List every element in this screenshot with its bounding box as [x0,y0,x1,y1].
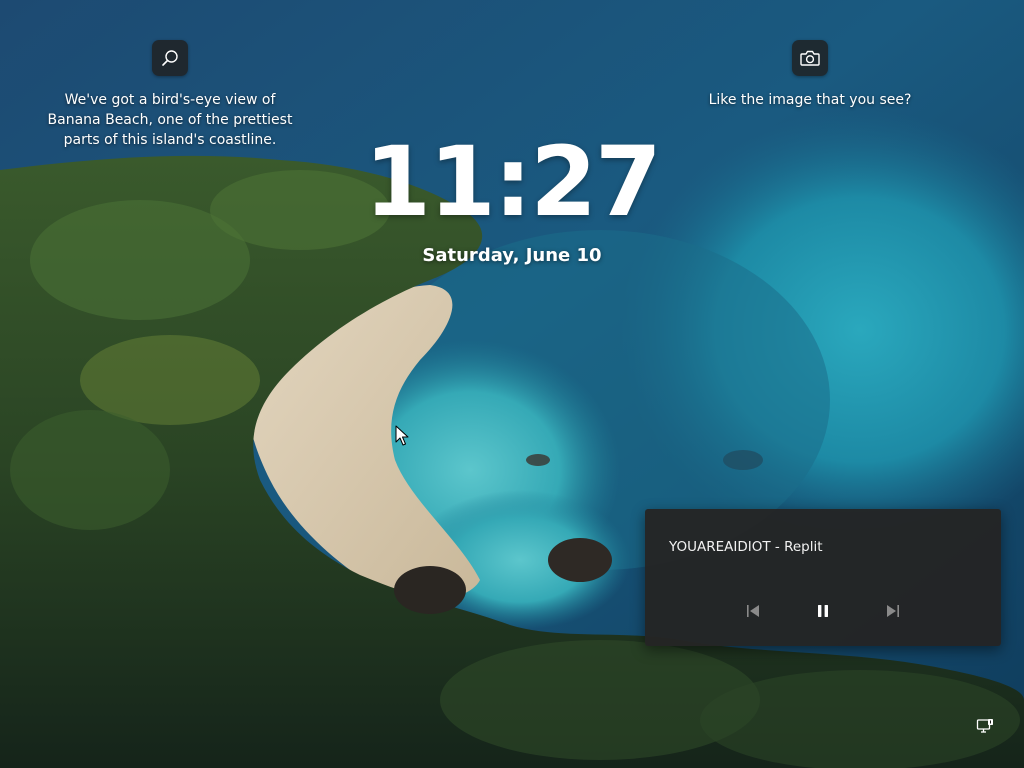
previous-track-button[interactable] [739,597,767,625]
mouse-cursor-icon [395,425,409,446]
media-title: YOUAREAIDIOT - Replit [669,539,823,555]
like-image-hotspot[interactable]: Like the image that you see? [700,40,920,110]
wallpaper-description: We've got a bird's-eye view of Banana Be… [47,92,293,148]
camera-hotspot-button[interactable] [792,40,828,76]
next-track-icon [887,605,899,617]
next-track-button[interactable] [879,597,907,625]
search-icon [162,50,178,66]
like-image-prompt: Like the image that you see? [708,92,912,108]
lockscreen-clock: 11:27 [364,126,662,238]
lockscreen-date: Saturday, June 10 [422,245,602,266]
wallpaper-info-hotspot[interactable]: We've got a bird's-eye view of Banana Be… [40,40,300,150]
info-hotspot-button[interactable] [152,40,188,76]
camera-icon [800,50,820,66]
media-controls-row [645,597,1001,625]
network-icon [976,719,993,733]
network-status[interactable] [975,716,995,736]
previous-track-icon [747,605,759,617]
media-controls-panel: YOUAREAIDIOT - Replit [645,509,1001,646]
pause-button[interactable] [809,597,837,625]
pause-icon [818,605,828,617]
